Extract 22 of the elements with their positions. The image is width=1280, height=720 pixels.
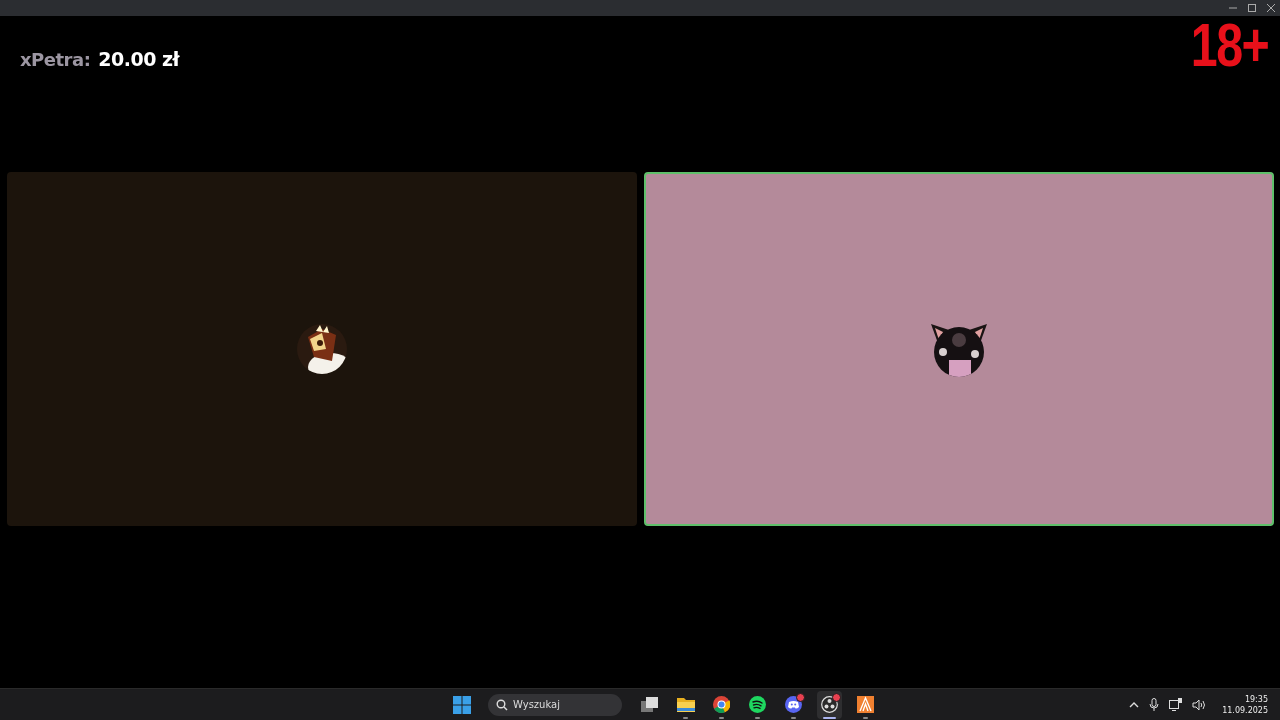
age-rating: 18+ xyxy=(1190,14,1268,76)
clock-date[interactable]: 11.09.2025 xyxy=(1222,704,1268,716)
chat-app-icon xyxy=(785,696,802,713)
maximize-icon[interactable] xyxy=(1247,3,1257,13)
network-icon[interactable] xyxy=(1169,698,1183,711)
start-icon[interactable] xyxy=(453,695,471,714)
video-tile[interactable] xyxy=(7,172,637,526)
close-icon[interactable] xyxy=(1266,3,1276,13)
donor-name: xPetra: xyxy=(20,49,91,70)
browser-icon xyxy=(713,696,730,713)
search-field[interactable]: Wyszukaj xyxy=(488,693,622,716)
speaker-icon[interactable] xyxy=(1192,698,1207,711)
video-tile[interactable] xyxy=(644,172,1274,526)
windows-icon xyxy=(640,696,659,713)
taskbar-app[interactable] xyxy=(817,690,842,719)
microphone-icon[interactable] xyxy=(1149,697,1160,712)
music-icon xyxy=(749,696,766,713)
app-icon xyxy=(857,696,874,713)
donation-amount: 20.00 zł xyxy=(98,48,180,70)
chevron-up-icon[interactable] xyxy=(1129,700,1140,709)
folder-icon xyxy=(676,697,695,712)
clock-time[interactable]: 19:35 xyxy=(1244,693,1268,705)
